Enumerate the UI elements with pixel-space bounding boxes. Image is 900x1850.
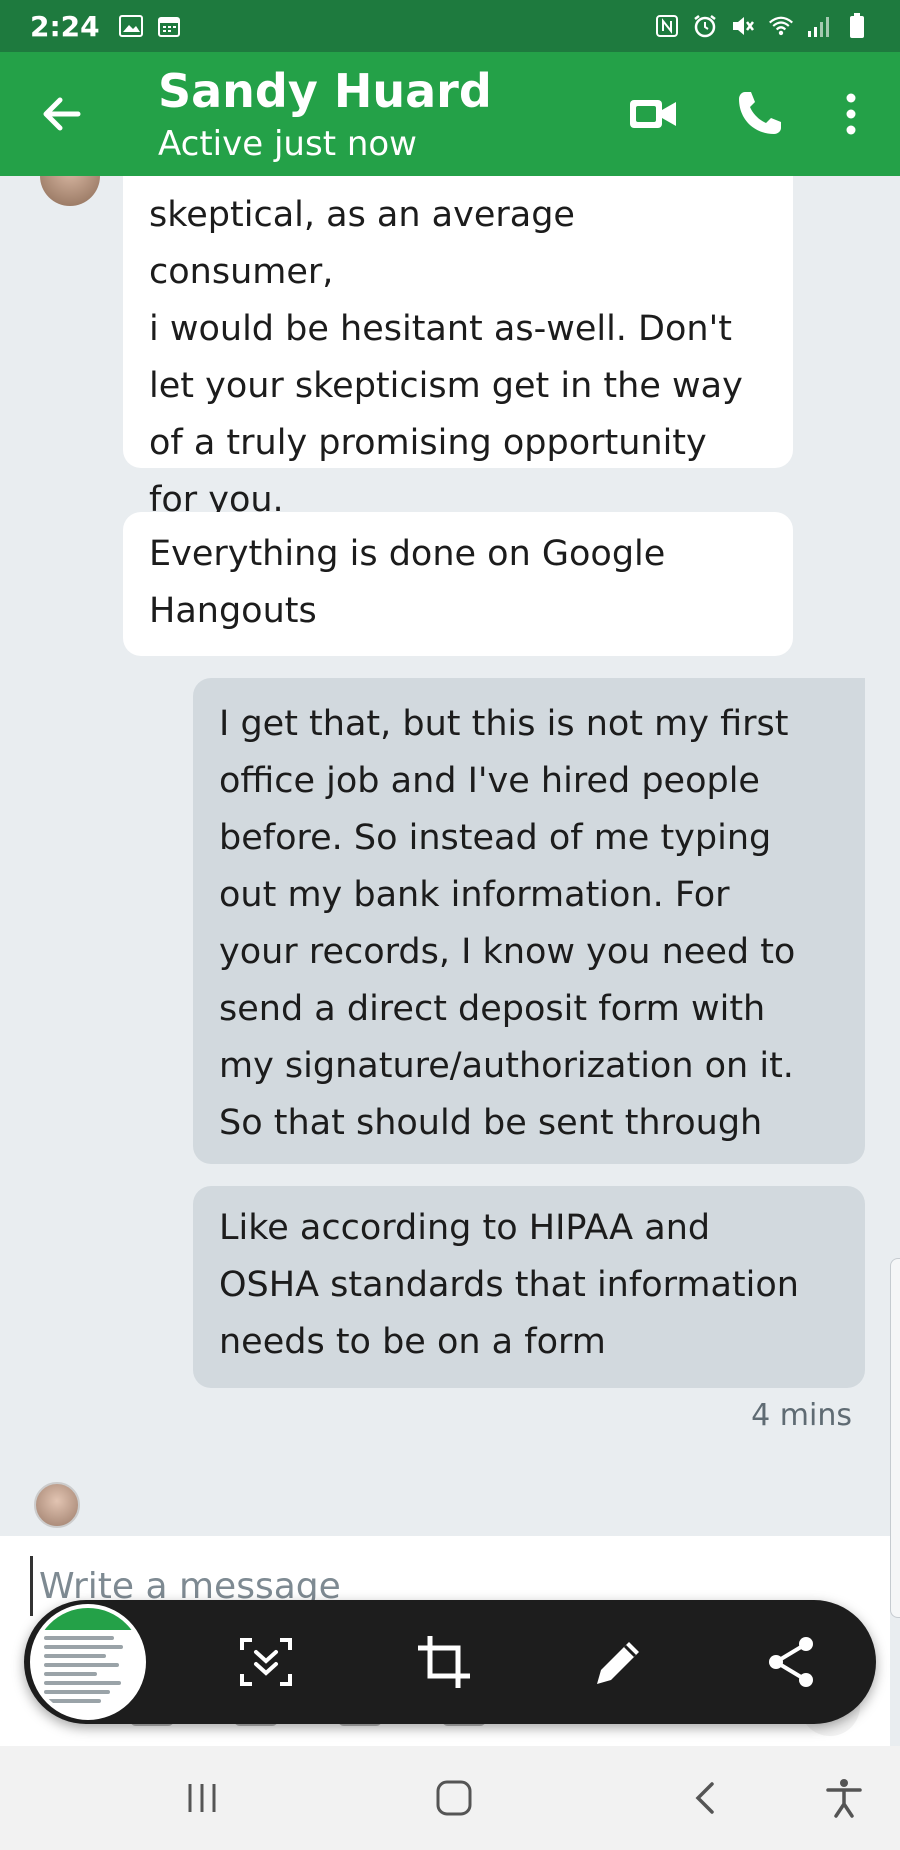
video-call-icon[interactable] (628, 90, 680, 138)
status-bar: 2:24 (0, 0, 900, 52)
battery-icon (844, 13, 870, 39)
back-arrow-icon[interactable] (38, 90, 86, 138)
alarm-icon (692, 13, 718, 39)
calendar-icon (156, 13, 182, 39)
contact-name[interactable]: Sandy Huard (158, 64, 492, 118)
mute-icon (730, 13, 756, 39)
message-line: needs to be on a form (219, 1322, 606, 1362)
message-line: before. So instead of me typing (219, 818, 772, 858)
message-line: Like according to HIPAA and (219, 1208, 711, 1248)
crop-icon[interactable] (414, 1632, 474, 1692)
message-timestamp: 4 mins (751, 1398, 852, 1433)
recent-apps-icon[interactable] (176, 1772, 228, 1824)
edge-panel-handle[interactable] (890, 1258, 900, 1618)
message-bubble-incoming[interactable]: I understand you are feeling skeptical, … (123, 176, 793, 520)
message-line: out my bank information. For (219, 875, 730, 915)
draw-icon[interactable] (589, 1632, 649, 1692)
back-icon[interactable] (680, 1772, 732, 1824)
share-icon[interactable] (762, 1632, 822, 1692)
nfc-icon (654, 13, 680, 39)
message-bubble-outgoing[interactable]: I get that, but this is not my first off… (193, 678, 865, 1164)
wifi-icon (768, 13, 794, 39)
signal-icon (806, 13, 832, 39)
message-line: OSHA standards that information (219, 1265, 799, 1305)
home-icon[interactable] (428, 1772, 480, 1824)
contact-avatar[interactable] (40, 176, 100, 206)
status-time: 2:24 (30, 9, 100, 43)
message-line: my signature/authorization on it. (219, 1046, 794, 1086)
read-receipt-avatar (34, 1482, 80, 1528)
more-vert-icon[interactable] (836, 88, 866, 140)
accessibility-icon[interactable] (818, 1772, 870, 1824)
message-list[interactable]: I understand you are feeling skeptical, … (0, 176, 900, 1536)
image-icon (118, 13, 144, 39)
scroll-capture-icon[interactable] (236, 1632, 296, 1692)
message-line: Hangouts (149, 591, 317, 631)
message-line: of a truly promising opportunity (149, 423, 707, 463)
screenshot-thumbnail[interactable] (30, 1604, 146, 1720)
message-line: Everything is done on Google (149, 534, 666, 574)
message-line: i would be hesitant as-well. Don't (149, 309, 732, 349)
system-nav-bar (0, 1746, 900, 1850)
message-line: office job and I've hired people (219, 761, 760, 801)
presence-status: Active just now (158, 124, 417, 164)
message-bubble-outgoing[interactable]: Like according to HIPAA and OSHA standar… (193, 1186, 865, 1388)
message-line: your records, I know you need to (219, 932, 796, 972)
message-line: send a direct deposit form with (219, 989, 766, 1029)
message-line: I understand you are feeling (149, 176, 767, 187)
conversation-header: Sandy Huard Active just now (0, 52, 900, 176)
message-line: So that should be sent through (219, 1103, 763, 1143)
message-bubble-incoming[interactable]: Everything is done on Google Hangouts (123, 512, 793, 656)
phone-icon[interactable] (735, 88, 785, 138)
screenshot-toolbar (24, 1600, 876, 1724)
message-line: let your skepticism get in the way (149, 366, 743, 406)
message-line: I get that, but this is not my first (219, 704, 789, 744)
message-line: skeptical, as an average consumer, (149, 195, 575, 292)
